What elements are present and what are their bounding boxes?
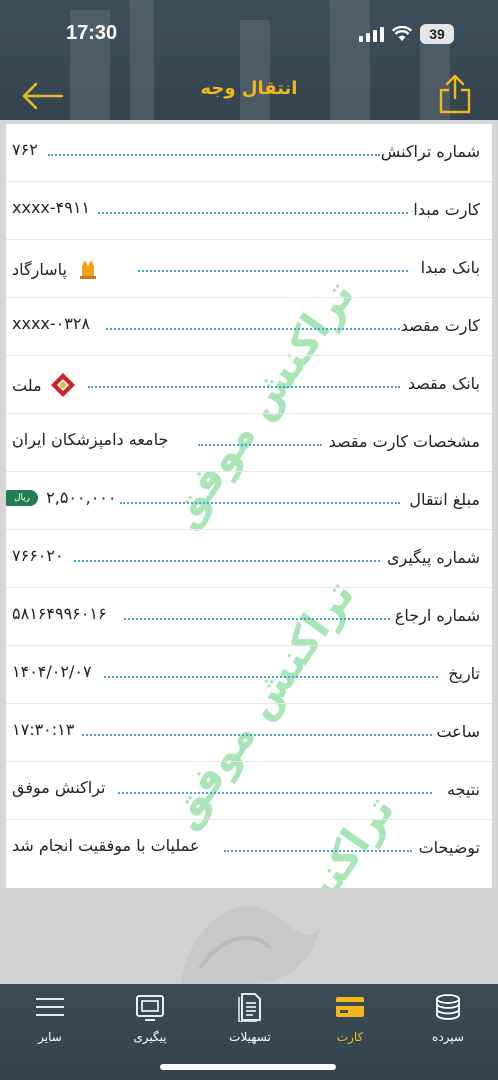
row-value: ۱۴۰۴/۰۲/۰۷ <box>12 662 92 681</box>
wifi-icon <box>392 26 412 41</box>
nav-label: کارت <box>336 1030 364 1044</box>
row-value: ۷۶۲ <box>12 140 38 159</box>
row-description: توضیحات عملیات با موفقیت انجام شد <box>6 820 492 878</box>
tracking-icon <box>136 995 164 1021</box>
row-value: xxxx-۰۳۲۸ <box>12 314 91 333</box>
row-transaction-number: شماره تراکنش ۷۶۲ <box>6 124 492 182</box>
bank-emblem-watermark <box>180 906 320 984</box>
status-bar: 17:30 39 <box>0 18 498 50</box>
receipt-card: تراکنش موفق تراکنش موفق تراکنش موفق شمار… <box>6 124 492 888</box>
coins-icon <box>436 994 460 1020</box>
pasargad-bank-logo-icon <box>76 258 99 280</box>
row-destination-card: کارت مقصد xxxx-۰۳۲۸ <box>6 298 492 356</box>
share-icon[interactable] <box>438 74 472 114</box>
cellular-signal-icon <box>359 26 384 42</box>
row-label: بانک مقصد <box>407 374 480 393</box>
leader-dots <box>138 270 408 272</box>
nav-more[interactable]: سایر <box>10 992 90 1052</box>
row-label: کارت مبدا <box>413 200 480 219</box>
row-label: تاریخ <box>448 664 480 683</box>
leader-dots <box>98 212 408 214</box>
battery-indicator: 39 <box>420 24 454 44</box>
bank-name: ملت <box>12 375 42 395</box>
nav-label: سایر <box>38 1030 62 1044</box>
menu-icon <box>36 998 64 1016</box>
app-header: 17:30 39 انتقال وجه <box>0 0 498 120</box>
amount-value: ۲,۵۰۰,۰۰۰ <box>46 488 117 507</box>
row-value: عملیات با موفقیت انجام شد <box>12 836 200 855</box>
nav-deposit[interactable]: سپرده <box>408 992 488 1052</box>
leader-dots <box>48 154 380 156</box>
row-value: xxxx-۴۹۱۱ <box>12 198 91 217</box>
leader-dots <box>224 850 412 852</box>
row-label: شماره پیگیری <box>386 548 480 567</box>
row-time: ساعت ۱۷:۳۰:۱۳ <box>6 704 492 762</box>
row-value: ۵۸۱۶۴۹۹۶۰۱۶ <box>12 604 107 623</box>
row-label: کارت مقصد <box>400 316 480 335</box>
row-tracking-number: شماره پیگیری ۷۶۶۰۲۰ <box>6 530 492 588</box>
card-icon <box>336 997 364 1017</box>
leader-dots <box>124 618 390 620</box>
row-label: شماره ارجاع <box>394 606 480 625</box>
row-date: تاریخ ۱۴۰۴/۰۲/۰۷ <box>6 646 492 704</box>
leader-dots <box>198 444 322 446</box>
leader-dots <box>82 734 432 736</box>
nav-label: پیگیری <box>133 1030 167 1044</box>
background-area <box>0 888 498 984</box>
leader-dots <box>118 792 432 794</box>
leader-dots <box>120 502 400 504</box>
leader-dots <box>104 676 438 678</box>
nav-loans[interactable]: تسهیلات <box>210 992 290 1052</box>
document-icon <box>238 993 261 1022</box>
status-icons: 39 <box>359 24 454 44</box>
row-source-card: کارت مبدا xxxx-۴۹۱۱ <box>6 182 492 240</box>
row-reference-number: شماره ارجاع ۵۸۱۶۴۹۹۶۰۱۶ <box>6 588 492 646</box>
leader-dots <box>88 386 400 388</box>
row-label: شماره تراکنش <box>380 142 480 161</box>
row-label: بانک مبدا <box>420 258 480 277</box>
nav-card[interactable]: کارت <box>310 992 390 1052</box>
row-value: ۲,۵۰۰,۰۰۰ ریال <box>6 488 116 507</box>
currency-badge: ریال <box>6 489 39 506</box>
row-value: جامعه دامپزشکان ایران <box>12 430 169 449</box>
row-label: نتیجه <box>446 780 480 799</box>
leader-dots <box>74 560 380 562</box>
row-transfer-amount: مبلغ انتقال ۲,۵۰۰,۰۰۰ ریال <box>6 472 492 530</box>
page-title: انتقال وجه <box>200 78 298 99</box>
row-label: مشخصات کارت مقصد <box>328 432 480 451</box>
row-value: پاسارگاد <box>12 256 101 282</box>
row-value: ۱۷:۳۰:۱۳ <box>12 720 75 739</box>
row-label: ساعت <box>436 722 480 741</box>
nav-label: سپرده <box>432 1030 464 1044</box>
row-destination-bank: بانک مقصد ملت <box>6 356 492 414</box>
home-indicator[interactable] <box>160 1064 336 1070</box>
row-source-bank: بانک مبدا پاسارگاد <box>6 240 492 298</box>
mellat-bank-logo-icon <box>50 373 75 397</box>
nav-label: تسهیلات <box>229 1030 271 1044</box>
row-label: مبلغ انتقال <box>409 490 480 509</box>
row-label: توضیحات <box>418 838 480 857</box>
status-time: 17:30 <box>66 22 118 44</box>
bank-name: پاسارگاد <box>12 259 67 279</box>
row-destination-card-owner: مشخصات کارت مقصد جامعه دامپزشکان ایران <box>6 414 492 472</box>
leader-dots <box>106 328 400 330</box>
bottom-navigation: سپرده کارت تسهیلات پیگیری سایر <box>0 984 498 1080</box>
row-result: نتیجه تراکنش موفق <box>6 762 492 820</box>
row-value: تراکنش موفق <box>12 778 106 797</box>
row-value: ۷۶۶۰۲۰ <box>12 546 64 565</box>
row-value: ملت <box>12 372 76 398</box>
nav-tracking[interactable]: پیگیری <box>110 992 190 1052</box>
